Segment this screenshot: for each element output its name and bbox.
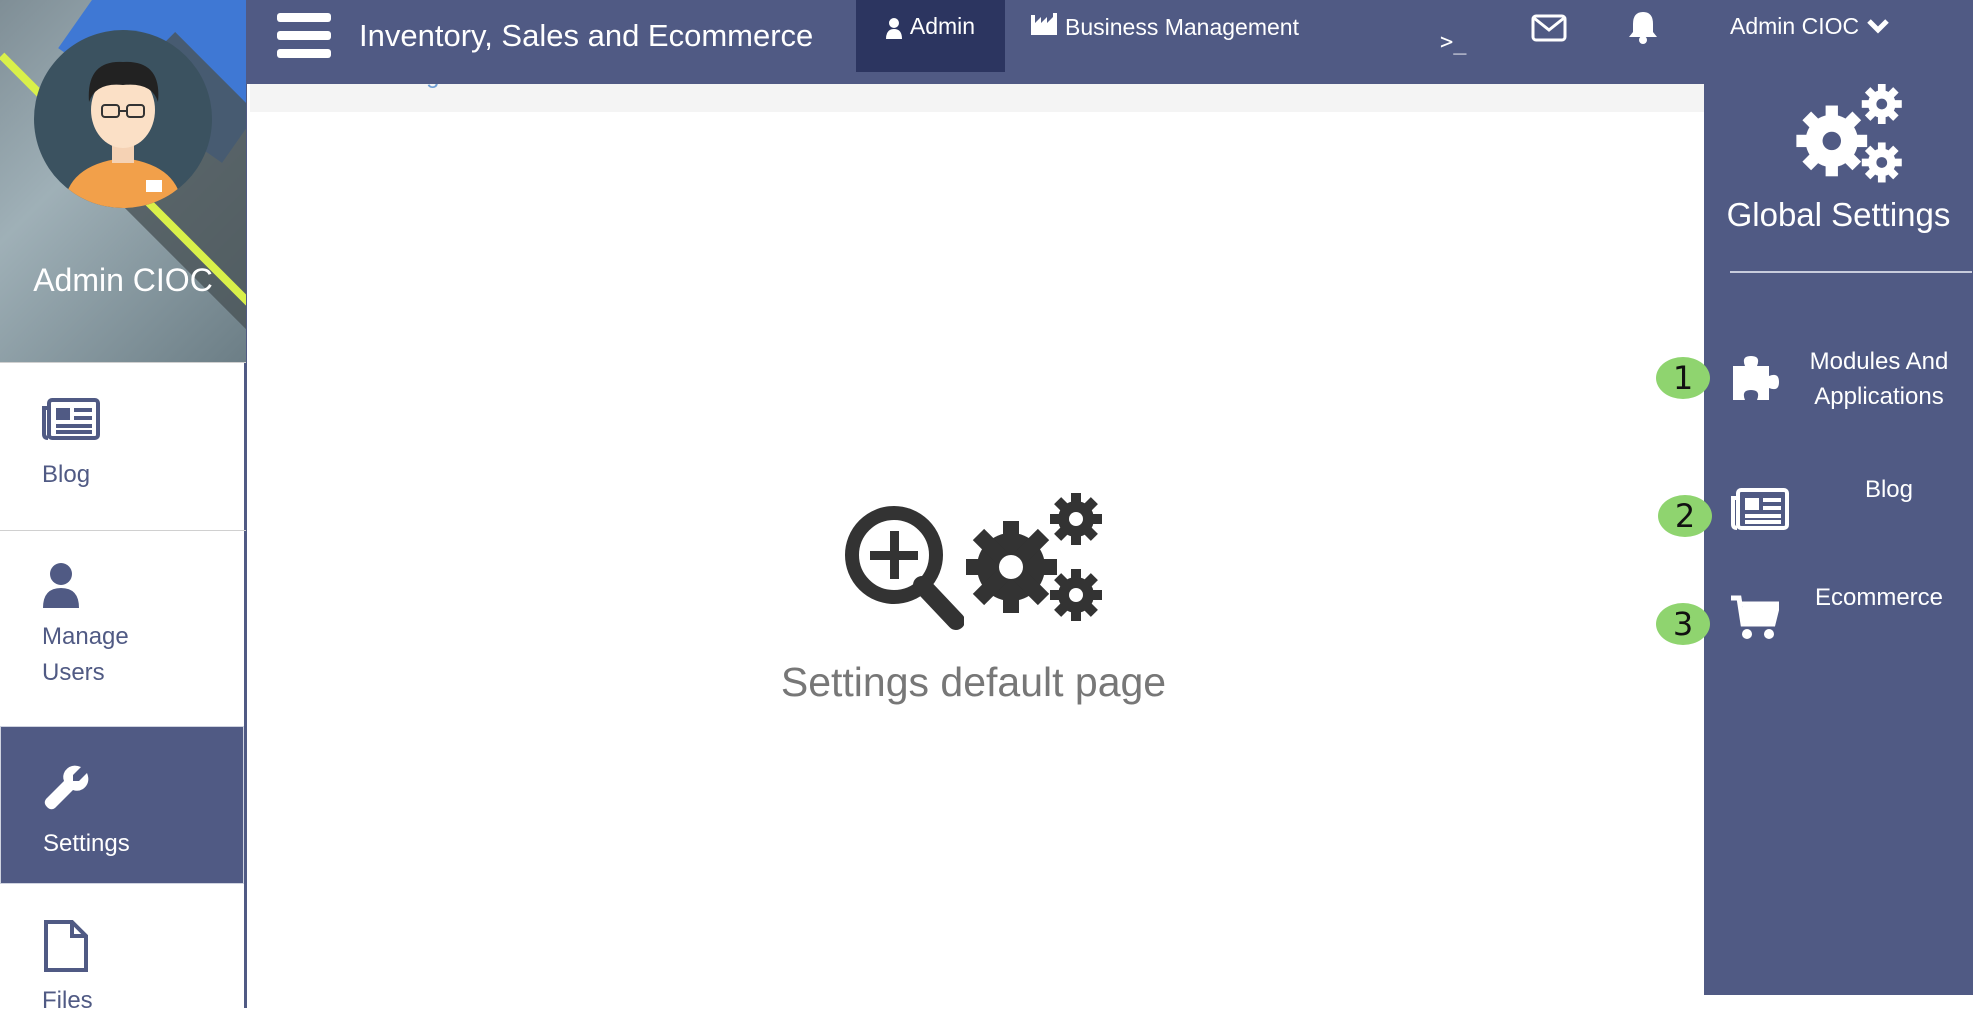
annotation-badge: 3 [1656, 603, 1710, 645]
panel-item-label: Blog [1864, 476, 1914, 503]
sidebar-item-blog[interactable]: Blog [0, 398, 244, 493]
sidebar-item-files[interactable]: Files [0, 920, 244, 1019]
mail-icon[interactable] [1531, 14, 1567, 47]
panel-item-modules[interactable]: Modules And Applications [1704, 344, 1973, 434]
panel-title: Global Settings [1726, 196, 1951, 233]
sidebar-item-label: Settings [43, 830, 130, 857]
app-title[interactable]: Inventory, Sales and Ecommerce [359, 18, 813, 54]
avatar[interactable] [34, 30, 212, 208]
sidebar-item-label: Blog [42, 461, 91, 488]
page-message: Settings default page [780, 659, 1167, 705]
sidebar-item-settings[interactable]: Settings [0, 726, 244, 884]
user-icon [42, 563, 80, 614]
panel-item-ecommerce[interactable]: Ecommerce [1704, 584, 1973, 654]
global-settings-panel: Global Settings Modules And Applications… [1704, 84, 1973, 995]
industry-icon [1031, 13, 1057, 41]
newspaper-icon [42, 398, 100, 446]
gears-icon [1796, 84, 1906, 189]
nav-admin-label: Admin [909, 13, 976, 39]
chevron-down-icon [1867, 13, 1889, 40]
cart-icon [1731, 594, 1782, 645]
nav-business-label: Business Management [1065, 13, 1299, 40]
panel-divider [1730, 271, 1972, 273]
sidebar: Admin CIOC Blog Manage Users Settings Fi… [0, 0, 247, 1014]
sidebar-item-label: Files [42, 987, 93, 1014]
bell-icon[interactable] [1627, 10, 1659, 49]
puzzle-icon [1731, 352, 1781, 407]
profile-card: Admin CIOC [0, 0, 246, 362]
annotation-badge: 2 [1658, 495, 1712, 537]
file-icon [42, 920, 88, 978]
search-plus-icon [844, 505, 965, 636]
user-icon [885, 13, 902, 45]
user-menu[interactable]: Admin CIOC [1730, 13, 1889, 40]
gears-icon [965, 493, 1106, 628]
panel-item-blog[interactable]: Blog [1704, 476, 1973, 546]
hamburger-menu-icon[interactable] [277, 13, 331, 59]
newspaper-icon [1731, 488, 1789, 535]
wrench-icon [43, 765, 91, 817]
panel-item-label: Modules And Applications [1809, 348, 1949, 410]
user-menu-label: Admin CIOC [1730, 13, 1860, 39]
annotation-badge: 1 [1656, 357, 1710, 399]
nav-business-management[interactable]: Business Management [1031, 13, 1299, 41]
nav-admin-tab[interactable]: Admin [856, 0, 1005, 72]
profile-name: Admin CIOC [33, 262, 213, 298]
top-navbar: Inventory, Sales and Ecommerce Admin Bus… [247, 0, 1973, 84]
console-icon[interactable]: >_ [1440, 30, 1467, 55]
panel-item-label: Ecommerce [1814, 584, 1944, 611]
